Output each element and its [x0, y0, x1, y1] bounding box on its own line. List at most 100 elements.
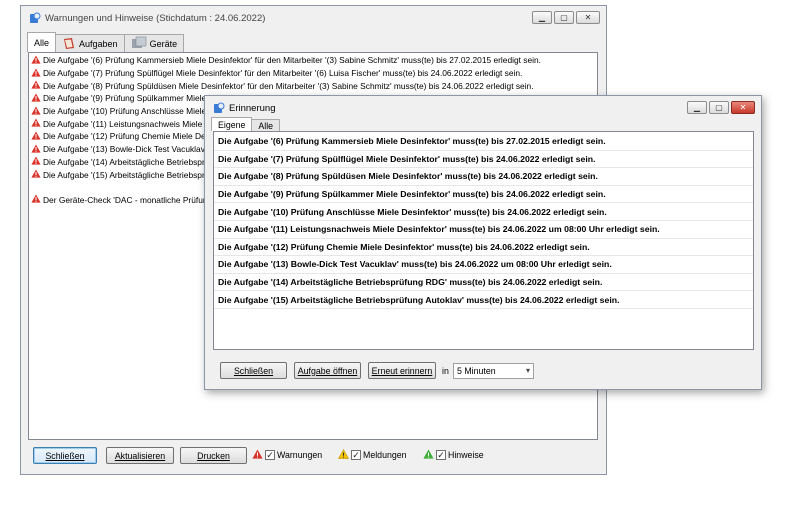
- reminder-item-text: Die Aufgabe '(8) Prüfung Spüldüsen Miele…: [218, 171, 598, 182]
- minimize-icon[interactable]: ▁: [532, 11, 552, 24]
- warning-icon: [31, 131, 41, 142]
- close-button[interactable]: Schließen: [33, 447, 97, 464]
- interval-value: 5 Minuten: [457, 366, 496, 376]
- reminder-item-text: Die Aufgabe '(6) Prüfung Kammersieb Miel…: [218, 136, 606, 147]
- app-icon: [29, 12, 41, 24]
- button-label: Schließen: [45, 450, 85, 461]
- warning-icon: [252, 449, 263, 461]
- tab-eigene[interactable]: Eigene: [211, 117, 253, 131]
- tab-label: Geräte: [149, 38, 178, 49]
- legend-label: Hinweise: [448, 450, 484, 460]
- list-item-text: Die Aufgabe '(6) Prüfung Kammersieb Miel…: [43, 55, 541, 66]
- button-label: Erneut erinnern: [371, 365, 433, 376]
- list-item-text: Die Aufgabe '(13) Bowle-Dick Test Vacukl…: [43, 144, 219, 155]
- warning-icon: [31, 118, 41, 129]
- reminder-close-button[interactable]: Schließen: [220, 362, 287, 379]
- button-label: Schließen: [233, 365, 274, 376]
- reminder-window: Erinnerung ▁ ▢ ✕ Eigene Alle Die Aufgabe…: [204, 95, 762, 390]
- reminder-window-controls: ▁ ▢ ✕: [687, 101, 755, 114]
- close-icon[interactable]: ✕: [731, 101, 755, 114]
- interval-prefix: in: [442, 366, 449, 376]
- reminder-item[interactable]: Die Aufgabe '(10) Prüfung Anschlüsse Mie…: [214, 203, 753, 221]
- reminder-list[interactable]: Die Aufgabe '(6) Prüfung Kammersieb Miel…: [213, 131, 754, 350]
- warnings-checkbox[interactable]: ✓: [265, 450, 275, 460]
- reminder-item-text: Die Aufgabe '(11) Leistungsnachweis Miel…: [218, 224, 660, 235]
- maximize-icon[interactable]: ▢: [709, 101, 729, 114]
- devices-icon: [131, 36, 147, 52]
- reminder-item[interactable]: Die Aufgabe '(12) Prüfung Chemie Miele D…: [214, 239, 753, 257]
- tab-label: Alle: [258, 120, 274, 131]
- warning-icon: [31, 194, 41, 205]
- main-window-title: Warnungen und Hinweise (Stichdatum : 24.…: [45, 12, 266, 24]
- reminder-item[interactable]: Die Aufgabe '(13) Bowle-Dick Test Vacukl…: [214, 256, 753, 274]
- list-item-text: Die Aufgabe '(11) Leistungsnachweis Miel…: [43, 118, 227, 129]
- maximize-icon[interactable]: ▢: [554, 11, 574, 24]
- print-button[interactable]: Drucken: [180, 447, 247, 464]
- legend-label: Meldungen: [363, 450, 407, 460]
- close-icon[interactable]: ✕: [576, 11, 600, 24]
- tab-alle[interactable]: Alle: [251, 119, 281, 131]
- reminder-item-text: Die Aufgabe '(13) Bowle-Dick Test Vacukl…: [218, 259, 612, 270]
- tab-label: Alle: [34, 37, 50, 48]
- reminder-item[interactable]: Die Aufgabe '(9) Prüfung Spülkammer Miel…: [214, 186, 753, 204]
- warning-icon: [31, 169, 41, 180]
- list-item[interactable]: Die Aufgabe '(7) Prüfung Spülflügel Miel…: [29, 67, 597, 80]
- reminder-item[interactable]: Die Aufgabe '(15) Arbeitstägliche Betrie…: [214, 291, 753, 309]
- dropdown-arrow-icon: ▾: [525, 366, 530, 375]
- reminder-item[interactable]: Die Aufgabe '(14) Arbeitstägliche Betrie…: [214, 274, 753, 292]
- legend-messages: ✓ Meldungen: [337, 448, 407, 461]
- refresh-button[interactable]: Aktualisieren: [106, 447, 174, 464]
- reminder-item[interactable]: Die Aufgabe '(11) Leistungsnachweis Miel…: [214, 221, 753, 239]
- list-item-text: Die Aufgabe '(8) Prüfung Spüldüsen Miele…: [43, 80, 534, 91]
- tab-label: Eigene: [218, 119, 246, 130]
- messages-checkbox[interactable]: ✓: [351, 450, 361, 460]
- list-item-text: Die Aufgabe '(12) Prüfung Chemie Miele D…: [43, 131, 224, 142]
- tab-geraete[interactable]: Geräte: [123, 34, 185, 52]
- minimize-icon[interactable]: ▁: [687, 101, 707, 114]
- legend-label: Warnungen: [277, 450, 323, 460]
- tab-label: Aufgaben: [79, 38, 118, 49]
- button-label: Aufgabe öffnen: [297, 365, 358, 376]
- reminder-item-text: Die Aufgabe '(12) Prüfung Chemie Miele D…: [218, 241, 590, 252]
- remind-again-button[interactable]: Erneut erinnern: [368, 362, 436, 379]
- list-item-text: Die Aufgabe '(10) Prüfung Anschlüsse Mie…: [43, 106, 226, 117]
- reminder-item[interactable]: Die Aufgabe '(6) Prüfung Kammersieb Miel…: [214, 133, 753, 151]
- tab-alle[interactable]: Alle: [27, 32, 57, 52]
- reminder-item-text: Die Aufgabe '(15) Arbeitstägliche Betrie…: [218, 294, 620, 305]
- list-item-text: Die Aufgabe '(14) Arbeitstägliche Betrie…: [43, 156, 217, 167]
- open-task-button[interactable]: Aufgabe öffnen: [294, 362, 361, 379]
- main-window-controls: ▁ ▢ ✕: [532, 11, 600, 24]
- reminder-item-text: Die Aufgabe '(10) Prüfung Anschlüsse Mie…: [218, 206, 607, 217]
- hints-checkbox[interactable]: ✓: [436, 450, 446, 460]
- warning-icon: [31, 80, 41, 91]
- interval-select[interactable]: 5 Minuten ▾: [453, 363, 534, 379]
- list-item[interactable]: Die Aufgabe '(8) Prüfung Spüldüsen Miele…: [29, 79, 597, 92]
- app-icon: [213, 102, 225, 114]
- warning-icon: [31, 93, 41, 104]
- list-item-text: Die Aufgabe '(15) Arbeitstägliche Betrie…: [43, 169, 217, 180]
- warning-icon: [31, 144, 41, 155]
- warning-icon: [31, 55, 41, 66]
- main-titlebar[interactable]: Warnungen und Hinweise (Stichdatum : 24.…: [21, 6, 606, 30]
- message-icon: [337, 448, 350, 461]
- tasks-icon: [62, 36, 76, 52]
- legend-hints: ✓ Hinweise: [423, 449, 484, 461]
- reminder-item-text: Die Aufgabe '(9) Prüfung Spülkammer Miel…: [218, 189, 606, 200]
- warning-icon: [31, 156, 41, 167]
- button-label: Drucken: [197, 450, 230, 461]
- reminder-window-title: Erinnerung: [229, 102, 276, 114]
- button-label: Aktualisieren: [114, 450, 166, 461]
- reminder-item-text: Die Aufgabe '(7) Prüfung Spülflügel Miel…: [218, 153, 596, 164]
- reminder-item-text: Die Aufgabe '(14) Arbeitstägliche Betrie…: [218, 277, 603, 288]
- warning-icon: [31, 68, 41, 79]
- reminder-item[interactable]: Die Aufgabe '(7) Prüfung Spülflügel Miel…: [214, 151, 753, 169]
- list-item-text: Der Geräte-Check 'DAC - monatliche Prüfu…: [43, 194, 224, 205]
- tab-aufgaben[interactable]: Aufgaben: [55, 34, 125, 52]
- list-item[interactable]: Die Aufgabe '(6) Prüfung Kammersieb Miel…: [29, 54, 597, 67]
- warning-icon: [31, 106, 41, 117]
- reminder-tabs: Eigene Alle: [211, 117, 281, 131]
- reminder-titlebar[interactable]: Erinnerung: [205, 96, 761, 120]
- hint-icon: [423, 449, 434, 461]
- reminder-item[interactable]: Die Aufgabe '(8) Prüfung Spüldüsen Miele…: [214, 168, 753, 186]
- main-tabs: Alle Aufgaben Geräte: [27, 32, 185, 52]
